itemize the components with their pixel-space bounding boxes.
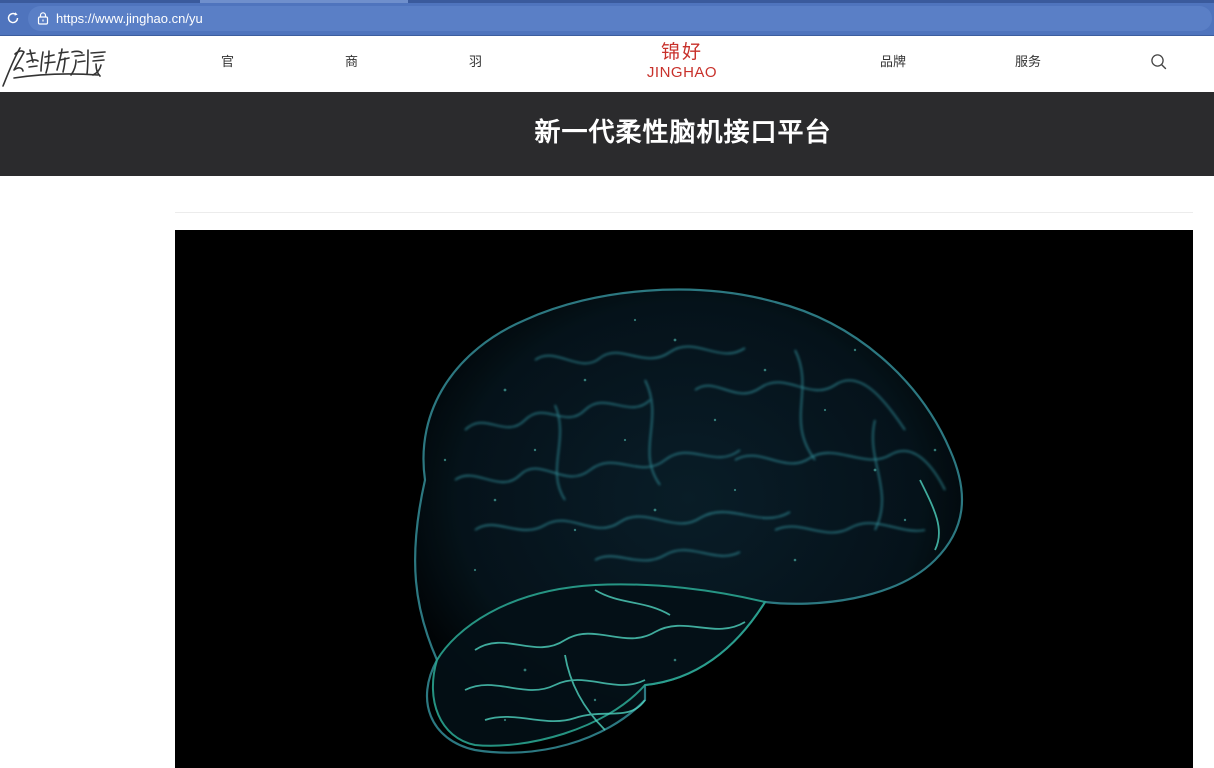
browser-toolbar: https://www.jinghao.cn/yu	[0, 0, 1214, 36]
address-bar[interactable]	[28, 6, 1212, 31]
reload-button[interactable]	[4, 9, 22, 27]
site-header: 官 商 羽 锦好 JINGHAO 品牌 服务	[0, 36, 1214, 92]
brand-logo[interactable]: 锦好 JINGHAO	[638, 40, 726, 88]
nav-item-guan[interactable]: 官	[221, 55, 234, 71]
nav-item-service[interactable]: 服务	[1015, 55, 1041, 71]
url-text[interactable]: https://www.jinghao.cn/yu	[56, 11, 203, 26]
brain-visualization-image	[414, 288, 964, 754]
lock-icon	[37, 12, 49, 25]
signature-logo[interactable]	[0, 40, 112, 88]
signature-logo-image	[2, 47, 106, 87]
search-icon	[1151, 54, 1167, 70]
brand-logo-english: JINGHAO	[646, 64, 718, 81]
content-divider	[175, 212, 1193, 213]
search-button[interactable]	[1149, 52, 1169, 72]
tab-strip	[0, 0, 1214, 3]
hero-image	[175, 230, 1193, 768]
brand-logo-chinese: 锦好	[660, 41, 703, 63]
nav-item-shang[interactable]: 商	[345, 55, 358, 71]
nav-item-brand[interactable]: 品牌	[880, 55, 906, 71]
page-banner: 新一代柔性脑机接口平台	[0, 92, 1214, 176]
reload-icon	[7, 12, 19, 24]
active-tab-indicator[interactable]	[200, 0, 408, 3]
page-title: 新一代柔性脑机接口平台	[534, 118, 832, 148]
nav-item-yu[interactable]: 羽	[469, 55, 482, 71]
